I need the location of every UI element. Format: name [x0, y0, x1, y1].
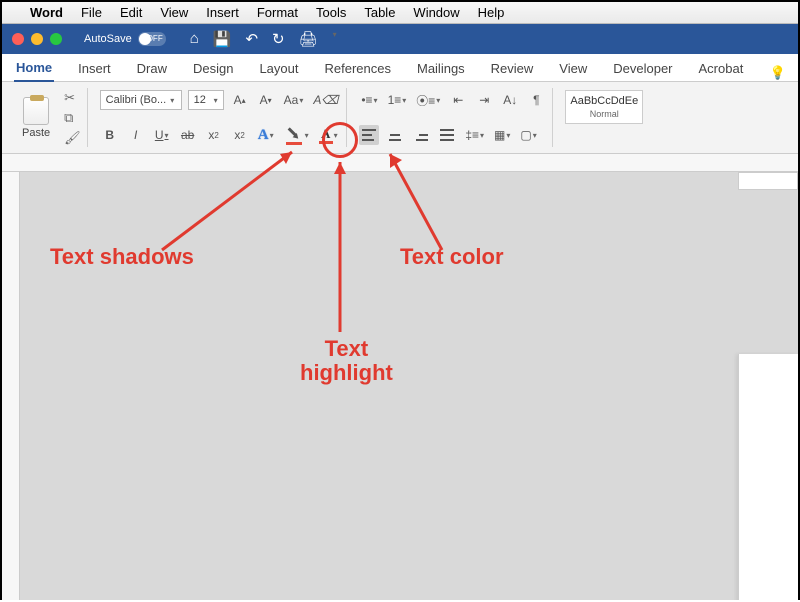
annotation-arrows — [2, 2, 800, 602]
